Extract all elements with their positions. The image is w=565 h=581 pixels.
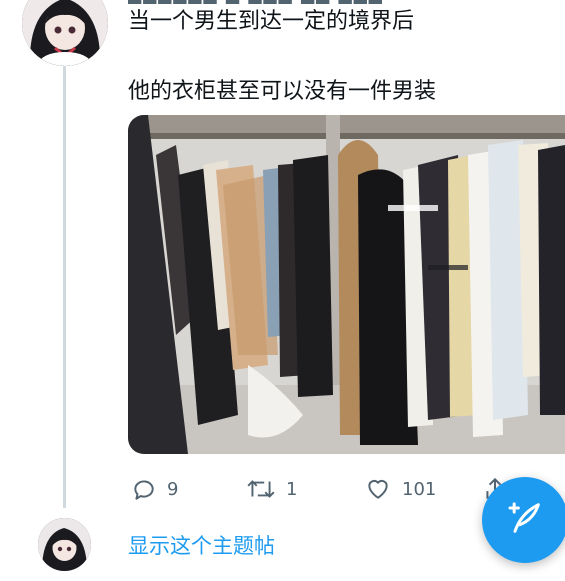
reply-button[interactable]: 9 xyxy=(131,476,178,502)
retweet-icon xyxy=(246,476,276,502)
retweet-count: 1 xyxy=(286,478,298,500)
heart-icon xyxy=(364,476,392,502)
show-thread-link[interactable]: 显示这个主题帖 xyxy=(128,530,275,560)
tweet-text-line-2: 他的衣柜甚至可以没有一件男装 xyxy=(128,79,437,104)
tweet-photo[interactable] xyxy=(128,115,565,454)
compose-icon xyxy=(505,498,545,542)
compose-tweet-button[interactable] xyxy=(482,477,565,563)
thread-avatar[interactable] xyxy=(38,518,91,571)
like-count: 101 xyxy=(402,478,437,500)
reply-count: 9 xyxy=(167,478,179,500)
previous-tweet-clipped-text: ▇▇▇▇▇▇ ▇ ▇▇▇ ▇▇ ▇▇▇ xyxy=(128,0,508,4)
avatar[interactable] xyxy=(22,0,108,66)
like-button[interactable]: 101 xyxy=(364,476,436,502)
retweet-button[interactable]: 1 xyxy=(246,476,297,502)
reply-icon xyxy=(131,476,157,502)
thread-connector-line xyxy=(63,66,66,508)
tweet-actions-bar: 9 1 101 xyxy=(0,476,565,506)
tweet-text-line-1: 当一个男生到达一定的境界后 xyxy=(128,9,415,34)
